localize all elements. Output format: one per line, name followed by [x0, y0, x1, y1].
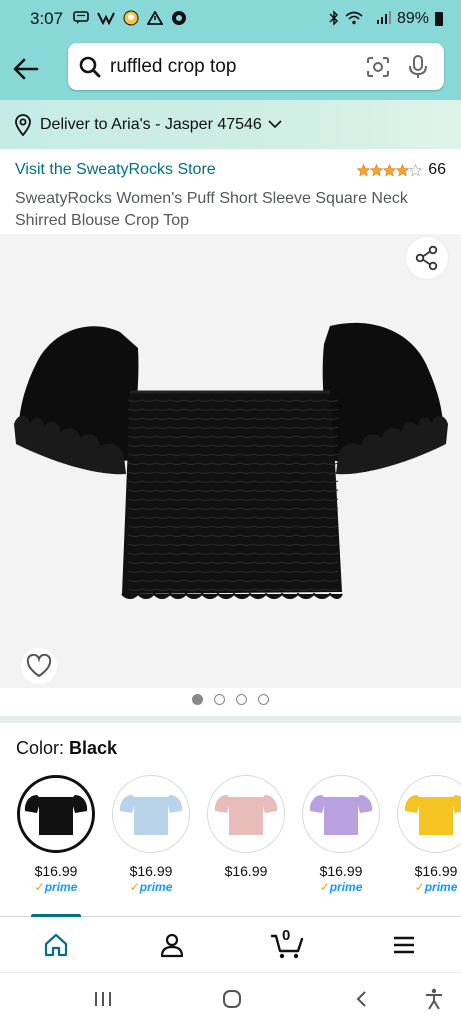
chevron-down-icon [268, 120, 282, 129]
bottom-navigation: 0 [0, 917, 461, 972]
accessibility-icon [426, 988, 442, 1010]
swatch-price: $16.99 [129, 863, 173, 879]
nav-cart[interactable]: 0 [260, 925, 316, 965]
prime-check-icon: ✓ [129, 880, 140, 894]
rating-count: 66 [428, 161, 446, 178]
prime-badge: ✓prime [396, 880, 461, 894]
prime-label: prime [44, 880, 78, 894]
microphone-icon [409, 54, 427, 78]
color-swatch-list: $16.99 ✓prime $16.99 ✓prime $16.99 $16.99 ✓pri… [0, 775, 461, 905]
carousel-dot[interactable] [236, 694, 247, 705]
swatch-image [17, 775, 95, 853]
wifi-icon [345, 11, 363, 27]
prime-label: prime [424, 880, 458, 894]
prime-check-icon: ✓ [414, 880, 425, 894]
camera-lens-icon [367, 56, 389, 77]
store-link[interactable]: Visit the SweatyRocks Store [15, 161, 216, 179]
prime-badge: ✓prime [111, 880, 191, 894]
color-swatch[interactable]: $16.99 ✓prime [301, 775, 381, 894]
menu-icon [394, 936, 414, 954]
home-icon [44, 933, 68, 957]
signal-icon [369, 11, 391, 27]
nav-account[interactable] [144, 925, 200, 965]
search-box[interactable]: ruffled crop top [68, 43, 444, 90]
status-time: 3:07 [30, 9, 64, 28]
image-carousel-dots [0, 694, 461, 710]
swatch-price: $16.99 [414, 863, 458, 879]
swatch-image [302, 775, 380, 853]
color-swatch[interactable]: $16.99 ✓prime [111, 775, 191, 894]
battery-icon [435, 12, 443, 26]
color-label: Color: Black [16, 738, 117, 759]
star-filled-icon [370, 163, 384, 176]
product-title: SweatyRocks Women's Puff Short Sleeve Sq… [15, 190, 408, 229]
swatch-price: $16.99 [319, 863, 363, 879]
location-pin-icon [14, 113, 32, 136]
search-icon [70, 56, 110, 78]
color-swatch[interactable]: $16.99 ✓prime [396, 775, 461, 894]
color-swatch[interactable]: $16.99 [206, 775, 286, 879]
bluetooth-icon [329, 10, 339, 28]
prime-label: prime [139, 880, 173, 894]
prime-label: prime [329, 880, 363, 894]
camera-search-button[interactable] [358, 56, 398, 78]
voice-search-button[interactable] [398, 54, 438, 79]
message-icon [73, 11, 89, 27]
system-navigation-bar [0, 972, 461, 1024]
swatch-price: $16.99 [34, 863, 78, 879]
carousel-dot[interactable] [192, 694, 203, 705]
swatch-image [397, 775, 461, 853]
status-bar: 3:07 89% [0, 0, 461, 38]
home-system-button[interactable] [217, 985, 247, 1013]
home-button-icon [223, 990, 241, 1008]
back-system-button[interactable] [346, 985, 376, 1013]
notification-app-icon [97, 11, 115, 27]
swatch-image [112, 775, 190, 853]
battery-percent: 89% [396, 10, 429, 27]
color-swatch[interactable]: $16.99 ✓prime [16, 775, 96, 894]
cart-count: 0 [282, 927, 291, 944]
share-button[interactable] [406, 237, 448, 279]
star-filled-icon [396, 163, 410, 176]
deliver-to-text: Deliver to Aria's - Jasper 47546 [40, 115, 262, 133]
back-chevron-icon [356, 991, 366, 1007]
search-header: ruffled crop top [0, 38, 461, 100]
circle-app-icon [171, 10, 187, 28]
product-image-gallery[interactable] [0, 234, 461, 688]
avatar-notification-icon [123, 10, 139, 28]
person-icon [160, 933, 184, 958]
star-empty-icon [409, 163, 423, 176]
nav-home[interactable] [28, 925, 84, 965]
warning-icon [146, 10, 164, 27]
star-filled-icon [383, 163, 397, 176]
share-icon [415, 245, 438, 271]
product-image [14, 322, 448, 599]
accessibility-button[interactable] [419, 985, 449, 1013]
deliver-to-bar[interactable]: Deliver to Aria's - Jasper 47546 [0, 100, 461, 149]
heart-icon [26, 654, 52, 678]
selected-color-name: Black [69, 738, 118, 758]
star-rating [357, 163, 423, 177]
back-button[interactable] [2, 45, 50, 93]
prime-check-icon: ✓ [319, 880, 330, 894]
nav-menu[interactable] [376, 925, 432, 965]
color-label-text: Color: [16, 738, 65, 758]
prime-badge: ✓prime [16, 880, 96, 894]
carousel-dot[interactable] [258, 694, 269, 705]
carousel-dot[interactable] [214, 694, 225, 705]
swatch-price: $16.99 [224, 863, 268, 879]
prime-badge: ✓prime [301, 880, 381, 894]
recent-apps-icon [95, 992, 111, 1006]
rating-summary[interactable]: 66 [357, 161, 446, 179]
search-input[interactable]: ruffled crop top [110, 56, 358, 78]
wishlist-button[interactable] [21, 648, 57, 684]
swatch-image [207, 775, 285, 853]
section-divider [0, 716, 461, 723]
arrow-left-icon [13, 58, 39, 80]
prime-check-icon: ✓ [34, 880, 45, 894]
star-filled-icon [357, 163, 371, 176]
product-header: Visit the SweatyRocks Store 66 SweatyRoc… [0, 158, 461, 232]
recent-apps-button[interactable] [88, 985, 118, 1013]
